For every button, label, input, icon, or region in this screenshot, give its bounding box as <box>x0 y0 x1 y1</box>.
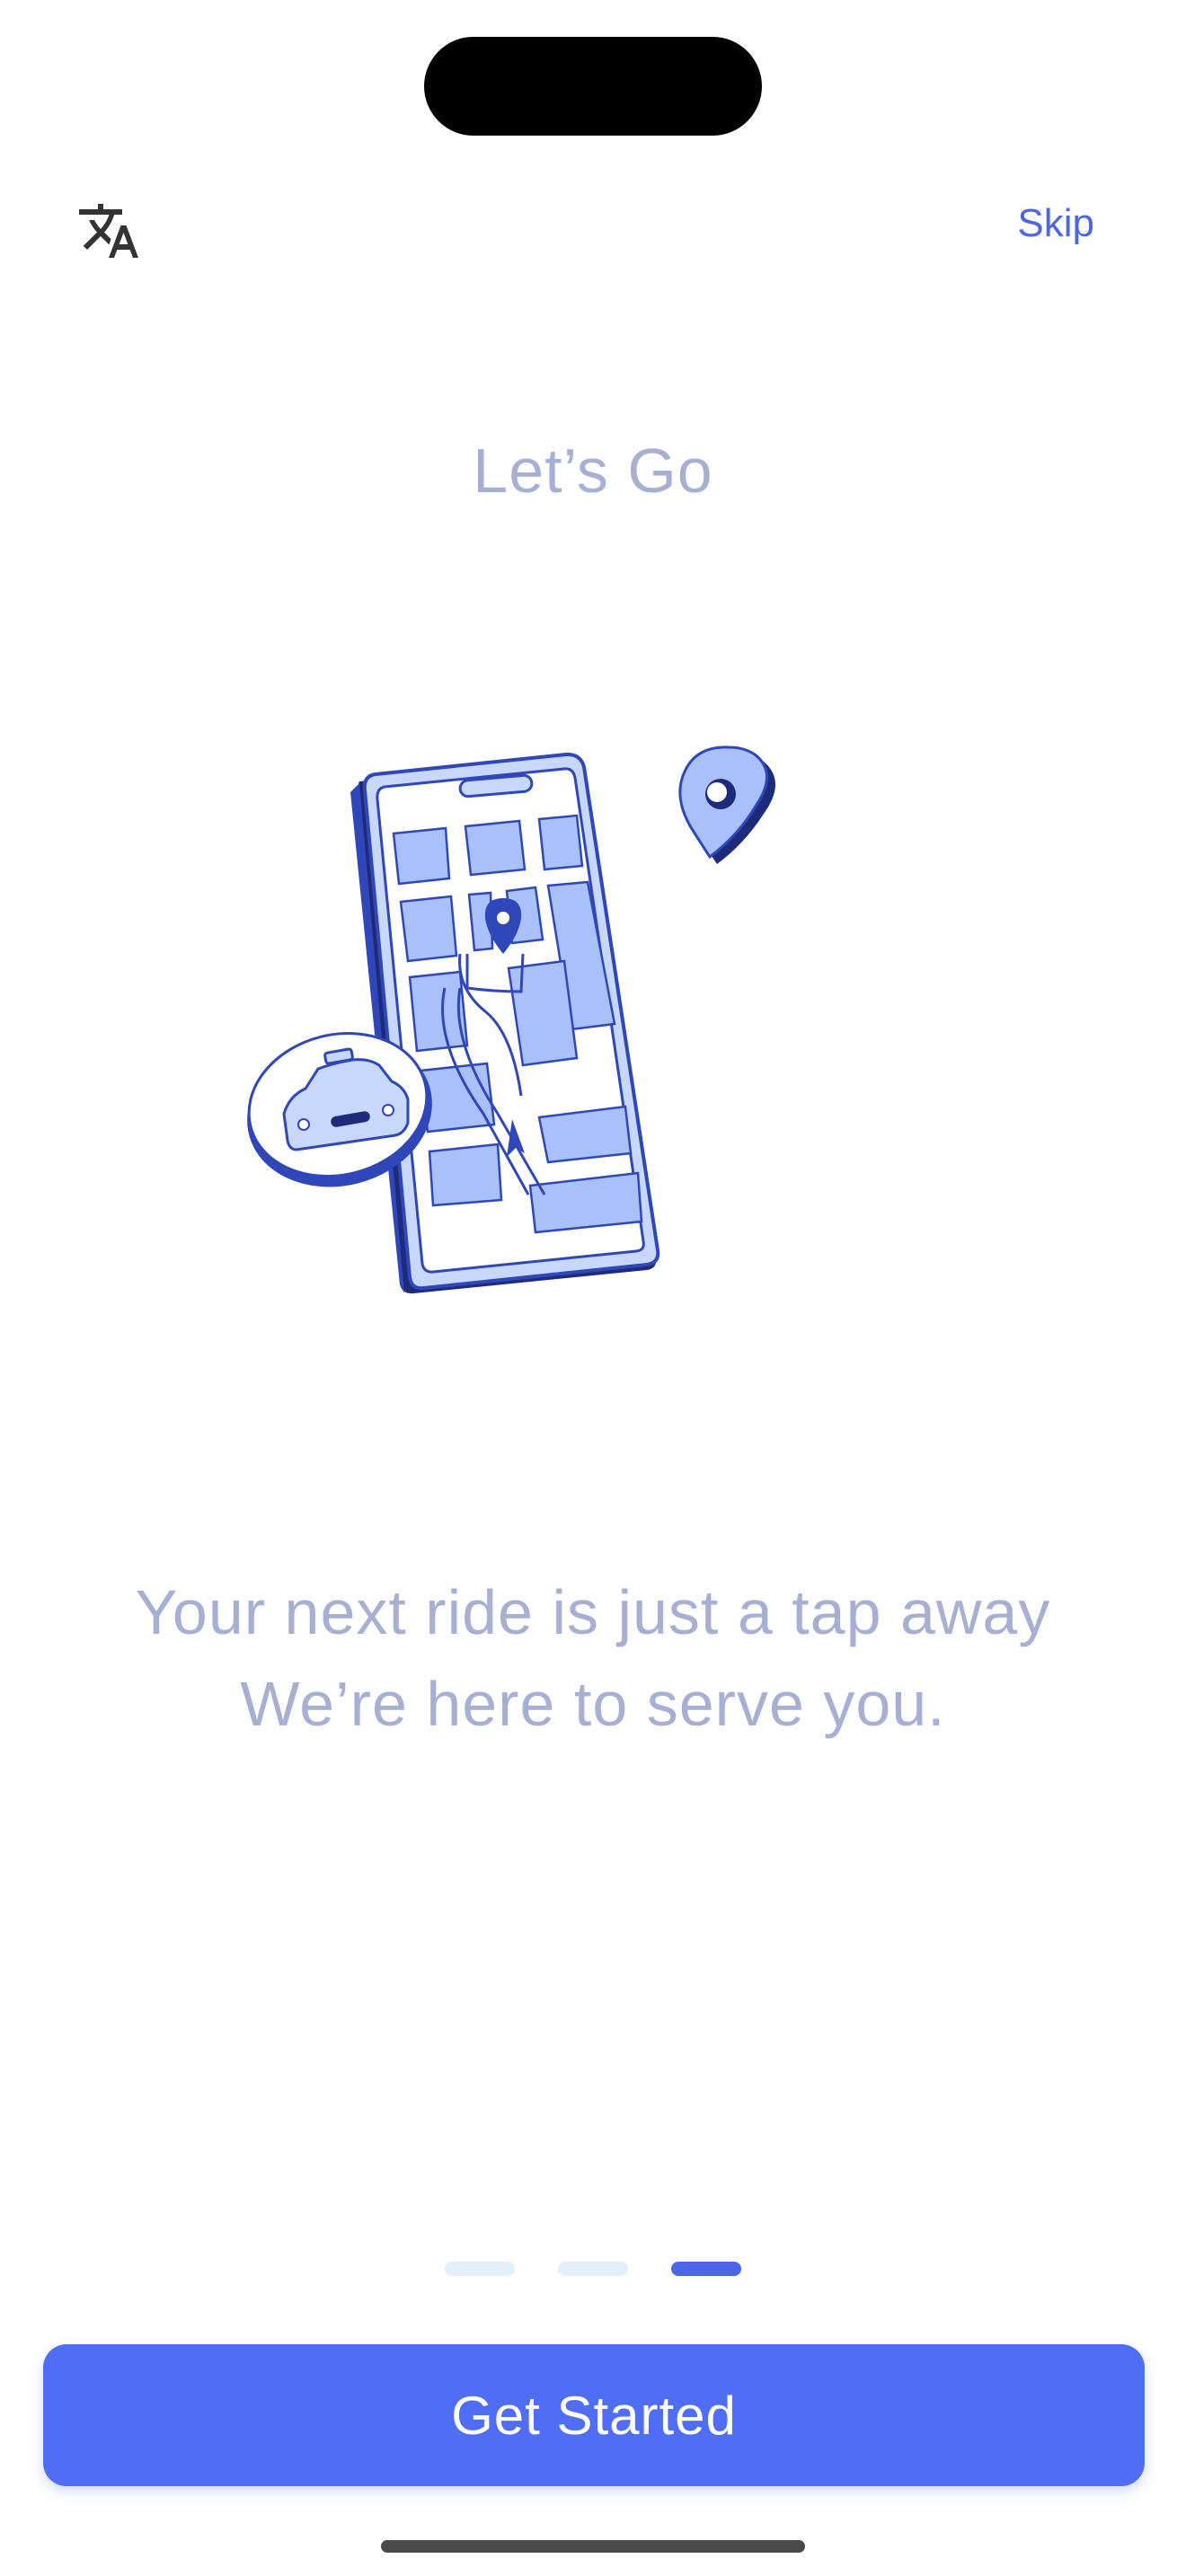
subtitle-line-2: We’re here to serve you. <box>240 1669 946 1739</box>
get-started-button[interactable]: Get Started <box>43 2344 1145 2486</box>
dynamic-island <box>424 37 762 136</box>
page-dot-3-active[interactable] <box>671 2262 741 2276</box>
translate-icon <box>79 204 138 258</box>
page-dot-1[interactable] <box>445 2262 515 2276</box>
phone-map-illustration <box>247 745 775 1294</box>
page-title: Let’s Go <box>473 436 713 506</box>
onboarding-message: Your next ride is just a tap away We’re … <box>0 1566 1186 1750</box>
page-indicator <box>0 2262 1186 2276</box>
home-indicator[interactable] <box>381 2540 805 2553</box>
onboarding-screen: Skip Let’s Go Your next ride is just a t… <box>0 0 1186 2576</box>
language-button[interactable] <box>70 192 147 269</box>
subtitle-line-1: Your next ride is just a tap away <box>135 1577 1051 1647</box>
page-dot-2[interactable] <box>558 2262 628 2276</box>
skip-button[interactable]: Skip <box>1017 201 1094 246</box>
